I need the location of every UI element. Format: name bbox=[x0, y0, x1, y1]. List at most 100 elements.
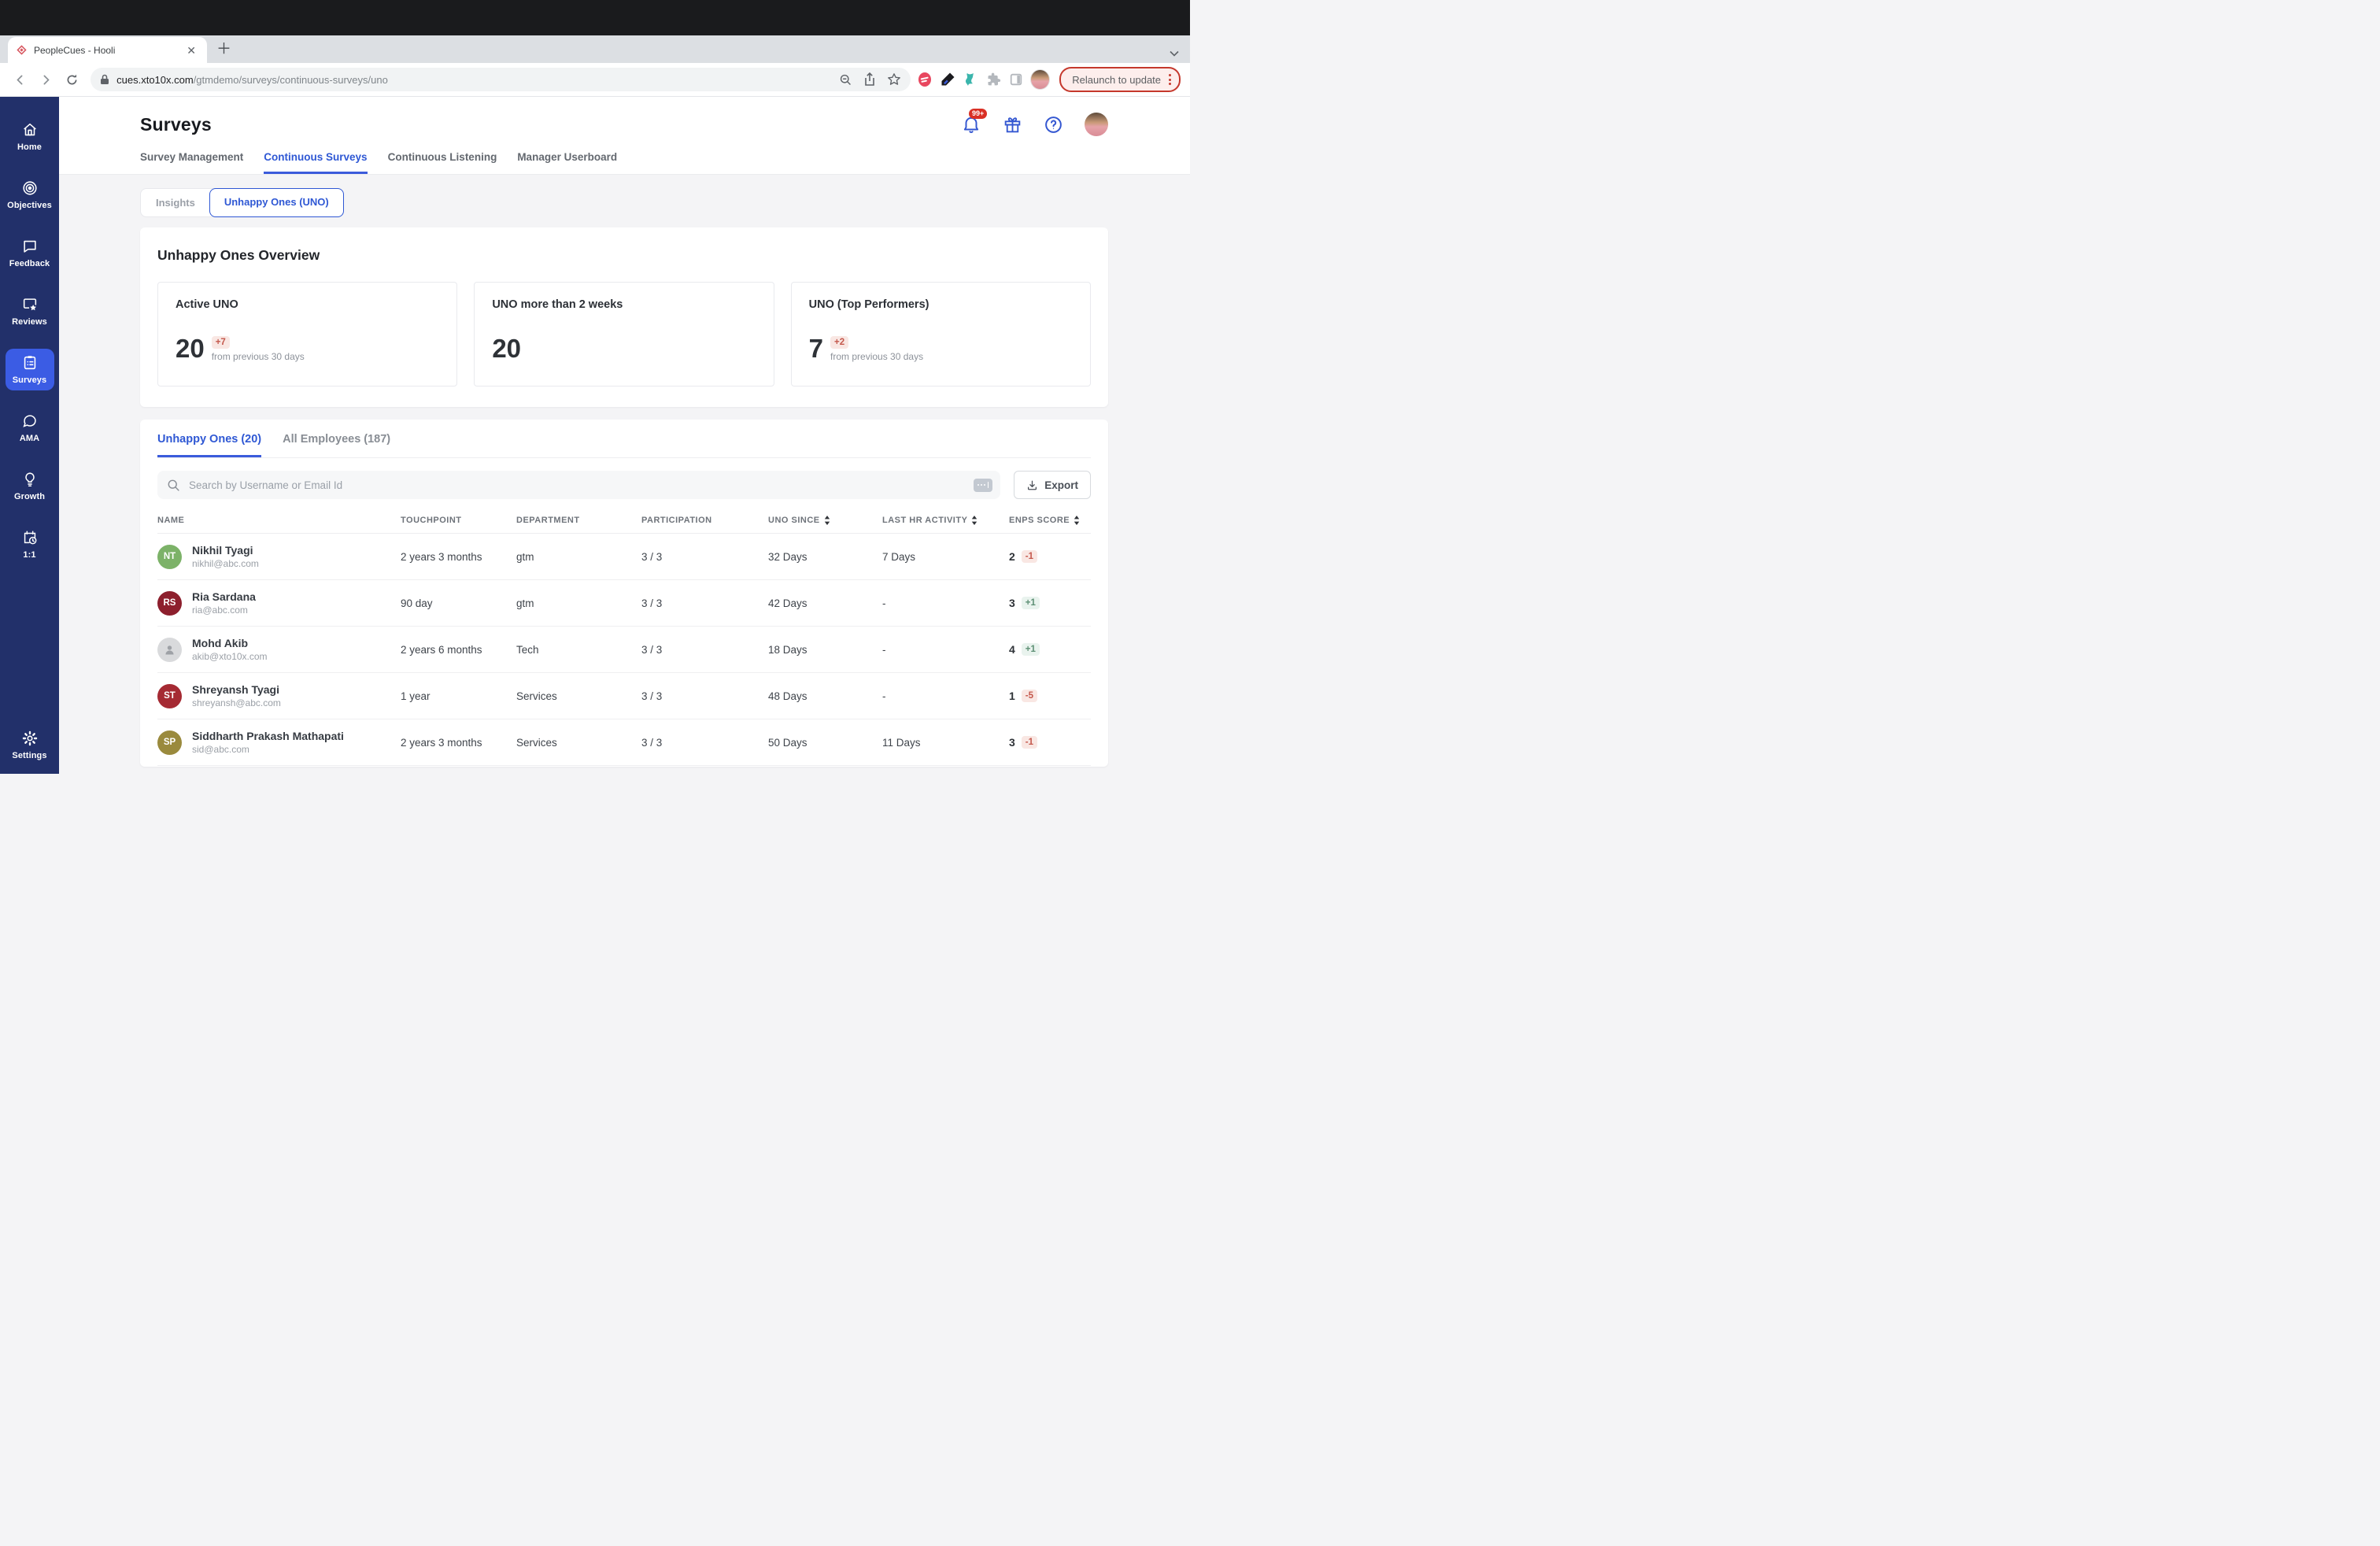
reload-icon[interactable] bbox=[61, 68, 83, 91]
stat-delta-badge: +7 bbox=[211, 336, 230, 349]
download-icon bbox=[1026, 479, 1038, 491]
avatar: NT bbox=[157, 544, 182, 569]
enps-score-cell: 3 -1 bbox=[1009, 736, 1091, 749]
search-input[interactable] bbox=[187, 478, 967, 492]
last-hr-activity-value: 7 Days bbox=[882, 550, 916, 563]
extension-eyedropper-icon[interactable] bbox=[938, 70, 956, 89]
tab-manager-userboard[interactable]: Manager Userboard bbox=[517, 151, 617, 174]
lightbulb-icon bbox=[21, 471, 39, 488]
toggle-insights[interactable]: Insights bbox=[141, 189, 210, 216]
department-value: gtm bbox=[516, 550, 534, 563]
extensions-puzzle-icon[interactable] bbox=[985, 70, 1003, 89]
stat-value: 7 bbox=[808, 334, 824, 363]
sidebar-item-one-on-one[interactable]: 1:1 bbox=[6, 523, 54, 565]
sidebar-item-reviews[interactable]: Reviews bbox=[6, 290, 54, 332]
enps-score-value: 3 bbox=[1009, 736, 1015, 749]
extension-grammar-icon[interactable] bbox=[915, 70, 933, 89]
table-row[interactable]: RS Ria Sardana ria@abc.com 90 day gtm 3 … bbox=[157, 580, 1091, 627]
enps-score-value: 1 bbox=[1009, 690, 1015, 702]
browser-chrome: PeopleCues - Hooli ✕ ＋ cues.xto10x.com/g… bbox=[0, 0, 1190, 97]
enps-delta-badge: -1 bbox=[1021, 550, 1038, 563]
notifications-bell-icon[interactable]: 99+ bbox=[961, 109, 988, 135]
sidebar-item-growth[interactable]: Growth bbox=[6, 465, 54, 507]
employee-name: Mohd Akib bbox=[192, 637, 249, 649]
user-avatar[interactable] bbox=[1085, 113, 1108, 136]
gear-icon bbox=[21, 730, 39, 747]
table-row[interactable]: NT Nikhil Tyagi nikhil@abc.com 2 years 3… bbox=[157, 534, 1091, 580]
avatar: ST bbox=[157, 683, 182, 708]
last-hr-activity-value: - bbox=[882, 690, 886, 702]
avatar: RS bbox=[157, 590, 182, 616]
search-box[interactable] bbox=[157, 471, 1001, 499]
extension-teal-icon[interactable] bbox=[962, 70, 980, 89]
uno-since-value: 50 Days bbox=[768, 736, 808, 749]
tab-close-icon[interactable]: ✕ bbox=[183, 43, 199, 57]
enps-score-value: 2 bbox=[1009, 550, 1015, 563]
enps-score-cell: 4 +1 bbox=[1009, 643, 1091, 656]
uno-since-value: 32 Days bbox=[768, 550, 808, 563]
stat-card-active-uno: Active UNO 20 +7 from previous 30 days bbox=[157, 282, 458, 386]
tab-unhappy-ones[interactable]: Unhappy Ones (20) bbox=[157, 433, 262, 457]
enps-score-value: 4 bbox=[1009, 643, 1015, 656]
touchpoint-value: 90 day bbox=[401, 597, 433, 609]
side-panel-icon[interactable] bbox=[1007, 70, 1026, 89]
participation-value: 3 / 3 bbox=[641, 690, 663, 702]
stat-card-uno-two-weeks: UNO more than 2 weeks 20 bbox=[474, 282, 774, 386]
tab-all-employees[interactable]: All Employees (187) bbox=[283, 433, 390, 457]
touchpoint-value: 2 years 3 months bbox=[401, 736, 482, 749]
browser-menu-icon[interactable] bbox=[1169, 74, 1172, 85]
uno-since-value: 42 Days bbox=[768, 597, 808, 609]
browser-profile-avatar[interactable] bbox=[1030, 69, 1051, 90]
url-bar[interactable]: cues.xto10x.com/gtmdemo/surveys/continuo… bbox=[91, 68, 911, 91]
export-button[interactable]: Export bbox=[1014, 471, 1091, 499]
sort-icon[interactable] bbox=[824, 516, 830, 525]
zoom-out-icon[interactable] bbox=[839, 73, 852, 87]
sidebar-item-ama[interactable]: AMA bbox=[6, 407, 54, 449]
back-icon[interactable] bbox=[9, 68, 31, 91]
overview-title: Unhappy Ones Overview bbox=[157, 247, 320, 263]
employee-table-card: Unhappy Ones (20) All Employees (187) Ex… bbox=[140, 420, 1108, 767]
sidebar-item-feedback[interactable]: Feedback bbox=[6, 232, 54, 274]
sidebar-item-home[interactable]: Home bbox=[6, 116, 54, 157]
table-tabs: Unhappy Ones (20) All Employees (187) bbox=[157, 433, 1091, 458]
employee-name: Nikhil Tyagi bbox=[192, 544, 253, 557]
new-tab-button[interactable]: ＋ bbox=[207, 37, 241, 63]
employee-email: akib@xto10x.com bbox=[192, 651, 268, 662]
tab-strip: PeopleCues - Hooli ✕ ＋ bbox=[0, 35, 1190, 63]
table-row[interactable]: SP Siddharth Prakash Mathapati sid@abc.c… bbox=[157, 719, 1091, 766]
last-hr-activity-value: - bbox=[882, 597, 886, 609]
notification-count-badge: 99+ bbox=[969, 109, 988, 119]
tab-continuous-surveys[interactable]: Continuous Surveys bbox=[264, 151, 368, 174]
help-icon[interactable] bbox=[1044, 115, 1063, 135]
tab-title: PeopleCues - Hooli bbox=[34, 44, 116, 56]
tab-list-chevron-icon[interactable] bbox=[1170, 50, 1179, 57]
rewards-gift-icon[interactable] bbox=[1003, 115, 1022, 135]
keyboard-shortcut-icon bbox=[974, 478, 993, 492]
sidebar-item-objectives[interactable]: Objectives bbox=[6, 174, 54, 216]
sort-icon[interactable] bbox=[971, 516, 978, 525]
touchpoint-value: 2 years 6 months bbox=[401, 643, 482, 656]
chat-bubble-icon bbox=[21, 238, 39, 255]
calendar-clock-icon bbox=[21, 529, 39, 546]
department-value: Services bbox=[516, 736, 557, 749]
employee-name: Siddharth Prakash Mathapati bbox=[192, 730, 344, 742]
browser-tab[interactable]: PeopleCues - Hooli ✕ bbox=[8, 37, 207, 63]
sidebar-item-surveys[interactable]: Surveys bbox=[5, 349, 54, 390]
relaunch-button[interactable]: Relaunch to update bbox=[1059, 67, 1181, 92]
target-icon bbox=[21, 179, 39, 197]
sidebar-item-settings[interactable]: Settings bbox=[6, 724, 54, 766]
stat-value: 20 bbox=[492, 334, 522, 363]
toggle-unhappy-ones[interactable]: Unhappy Ones (UNO) bbox=[209, 188, 344, 217]
table-row[interactable]: Mohd Akib akib@xto10x.com 2 years 6 mont… bbox=[157, 627, 1091, 673]
sidebar: Home Objectives Feedback Reviews Surveys… bbox=[0, 97, 59, 774]
bookmark-star-icon[interactable] bbox=[887, 72, 901, 87]
forward-icon[interactable] bbox=[35, 68, 57, 91]
share-icon[interactable] bbox=[863, 72, 876, 87]
tab-survey-management[interactable]: Survey Management bbox=[140, 151, 243, 174]
tab-continuous-listening[interactable]: Continuous Listening bbox=[388, 151, 497, 174]
table-row[interactable]: ST Shreyansh Tyagi shreyansh@abc.com 1 y… bbox=[157, 673, 1091, 719]
speech-bubble-icon bbox=[21, 412, 39, 430]
view-toggle: Insights Unhappy Ones (UNO) bbox=[140, 188, 344, 217]
department-value: Services bbox=[516, 690, 557, 702]
sort-icon[interactable] bbox=[1074, 516, 1080, 525]
